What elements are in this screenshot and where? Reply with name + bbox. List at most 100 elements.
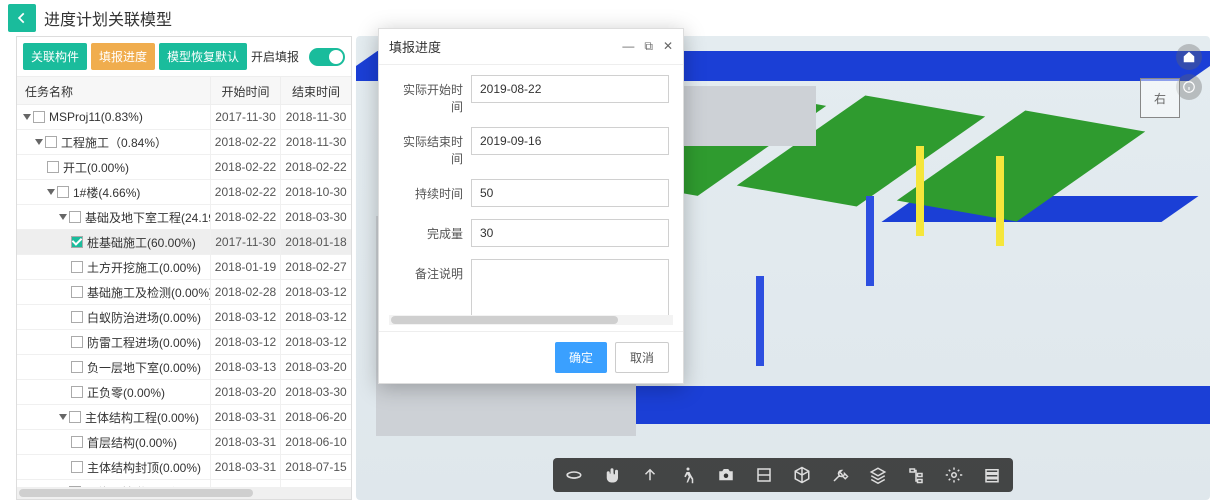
row-checkbox[interactable] bbox=[71, 336, 83, 348]
row-checkbox[interactable] bbox=[71, 236, 83, 248]
expand-icon[interactable] bbox=[47, 189, 55, 195]
label-remark: 备注说明 bbox=[393, 259, 463, 282]
table-row[interactable]: 工程施工（0.84%）2018-02-222018-11-30 bbox=[17, 130, 351, 155]
start-date: 2017-11-30 bbox=[211, 230, 281, 254]
end-date: 2018-02-27 bbox=[281, 255, 351, 279]
table-row[interactable]: 白蚁防治进场(0.00%)2018-03-122018-03-12 bbox=[17, 305, 351, 330]
row-checkbox[interactable] bbox=[71, 311, 83, 323]
row-checkbox[interactable] bbox=[45, 136, 57, 148]
row-checkbox[interactable] bbox=[69, 411, 81, 423]
toggle-label: 开启填报 bbox=[251, 48, 299, 65]
row-checkbox[interactable] bbox=[71, 461, 83, 473]
table-row[interactable]: 基础施工及检测(0.00%)2018-02-282018-03-12 bbox=[17, 280, 351, 305]
end-date: 2018-11-30 bbox=[281, 130, 351, 154]
ok-button[interactable]: 确定 bbox=[555, 342, 607, 373]
row-checkbox[interactable] bbox=[47, 161, 59, 173]
label-duration: 持续时间 bbox=[393, 179, 463, 202]
table-row[interactable]: 开工(0.00%)2018-02-222018-02-22 bbox=[17, 155, 351, 180]
end-date: 2018-03-12 bbox=[281, 330, 351, 354]
home-icon[interactable] bbox=[1176, 44, 1202, 70]
orbit-icon[interactable] bbox=[563, 464, 585, 486]
viewer-toolbar bbox=[553, 458, 1013, 492]
end-date: 2018-10-30 bbox=[281, 180, 351, 204]
table-row[interactable]: 基础及地下室工程(24.19%)2018-02-222018-03-30 bbox=[17, 205, 351, 230]
modal-scrollbar[interactable] bbox=[389, 315, 673, 325]
input-amount[interactable] bbox=[471, 219, 669, 247]
table-row[interactable]: 1#楼(4.66%)2018-02-222018-10-30 bbox=[17, 180, 351, 205]
task-name: 主体结构工程(0.00%) bbox=[85, 409, 199, 426]
reset-model-button[interactable]: 模型恢复默认 bbox=[159, 43, 247, 70]
task-name: 工程施工（0.84%） bbox=[61, 134, 167, 151]
tools-icon[interactable] bbox=[829, 464, 851, 486]
end-date: 2018-03-12 bbox=[281, 280, 351, 304]
end-date: 2018-11-30 bbox=[281, 105, 351, 129]
end-date: 2018-03-20 bbox=[281, 355, 351, 379]
end-date: 2018-03-12 bbox=[281, 305, 351, 329]
task-name: 土方开挖施工(0.00%) bbox=[87, 259, 201, 276]
table-row[interactable]: 桩基础施工(60.00%)2017-11-302018-01-18 bbox=[17, 230, 351, 255]
row-checkbox[interactable] bbox=[71, 286, 83, 298]
pan-icon[interactable] bbox=[601, 464, 623, 486]
progress-modal: 填报进度 — ⧉ ✕ 实际开始时间 实际结束时间 持续时间 完成量 备注说明 bbox=[378, 28, 684, 384]
walk-icon[interactable] bbox=[677, 464, 699, 486]
view-cube[interactable]: 右 bbox=[1140, 78, 1180, 118]
row-checkbox[interactable] bbox=[71, 261, 83, 273]
table-row[interactable]: 主体结构封顶(0.00%)2018-03-312018-07-15 bbox=[17, 455, 351, 480]
input-remark[interactable] bbox=[471, 259, 669, 315]
task-name: 防雷工程进场(0.00%) bbox=[87, 334, 201, 351]
task-table-body[interactable]: MSProj11(0.83%)2017-11-302018-11-30工程施工（… bbox=[17, 105, 351, 487]
back-button[interactable] bbox=[8, 4, 36, 32]
input-actual-start[interactable] bbox=[471, 75, 669, 103]
table-row[interactable]: 土方开挖施工(0.00%)2018-01-192018-02-27 bbox=[17, 255, 351, 280]
layers-icon[interactable] bbox=[867, 464, 889, 486]
task-name: MSProj11(0.83%) bbox=[49, 110, 143, 124]
end-date: 2018-06-10 bbox=[281, 430, 351, 454]
task-panel: 关联构件 填报进度 模型恢复默认 开启填报 任务名称 开始时间 结束时间 MSP… bbox=[16, 36, 352, 500]
end-date: 2018-03-30 bbox=[281, 380, 351, 404]
camera-icon[interactable] bbox=[715, 464, 737, 486]
start-date: 2018-03-31 bbox=[211, 405, 281, 429]
layer-icon[interactable] bbox=[981, 464, 1003, 486]
input-actual-end[interactable] bbox=[471, 127, 669, 155]
cancel-button[interactable]: 取消 bbox=[615, 342, 669, 373]
input-duration[interactable] bbox=[471, 179, 669, 207]
start-date: 2018-03-31 bbox=[211, 430, 281, 454]
maximize-icon[interactable]: ⧉ bbox=[644, 39, 653, 54]
expand-icon[interactable] bbox=[59, 414, 67, 420]
table-row[interactable]: 正负零(0.00%)2018-03-202018-03-30 bbox=[17, 380, 351, 405]
horizontal-scrollbar[interactable] bbox=[17, 487, 351, 499]
table-row[interactable]: 负一层地下室(0.00%)2018-03-132018-03-20 bbox=[17, 355, 351, 380]
col-start: 开始时间 bbox=[211, 77, 281, 104]
link-component-button[interactable]: 关联构件 bbox=[23, 43, 87, 70]
row-checkbox[interactable] bbox=[71, 361, 83, 373]
table-row[interactable]: 防雷工程进场(0.00%)2018-03-122018-03-12 bbox=[17, 330, 351, 355]
row-checkbox[interactable] bbox=[71, 436, 83, 448]
start-date: 2018-02-22 bbox=[211, 180, 281, 204]
minimize-icon[interactable]: — bbox=[622, 39, 634, 54]
end-date: 2018-08-10 bbox=[281, 480, 351, 487]
row-checkbox[interactable] bbox=[33, 111, 45, 123]
start-date: 2018-03-13 bbox=[211, 355, 281, 379]
start-date: 2018-03-20 bbox=[211, 380, 281, 404]
table-row[interactable]: 砌体及其附属工程(0.00%)2018-05-282018-08-10 bbox=[17, 480, 351, 487]
settings-icon[interactable] bbox=[943, 464, 965, 486]
expand-icon[interactable] bbox=[59, 214, 67, 220]
fill-progress-button[interactable]: 填报进度 bbox=[91, 43, 155, 70]
end-date: 2018-07-15 bbox=[281, 455, 351, 479]
table-row[interactable]: 主体结构工程(0.00%)2018-03-312018-06-20 bbox=[17, 405, 351, 430]
row-checkbox[interactable] bbox=[57, 186, 69, 198]
expand-icon[interactable] bbox=[23, 114, 31, 120]
section-icon[interactable] bbox=[753, 464, 775, 486]
end-date: 2018-02-22 bbox=[281, 155, 351, 179]
expand-icon[interactable] bbox=[35, 139, 43, 145]
box-icon[interactable] bbox=[791, 464, 813, 486]
start-date: 2018-03-31 bbox=[211, 455, 281, 479]
up-icon[interactable] bbox=[639, 464, 661, 486]
table-row[interactable]: MSProj11(0.83%)2017-11-302018-11-30 bbox=[17, 105, 351, 130]
row-checkbox[interactable] bbox=[69, 211, 81, 223]
table-row[interactable]: 首层结构(0.00%)2018-03-312018-06-10 bbox=[17, 430, 351, 455]
close-icon[interactable]: ✕ bbox=[663, 39, 673, 54]
row-checkbox[interactable] bbox=[71, 386, 83, 398]
fill-toggle[interactable] bbox=[309, 48, 345, 66]
tree-icon[interactable] bbox=[905, 464, 927, 486]
